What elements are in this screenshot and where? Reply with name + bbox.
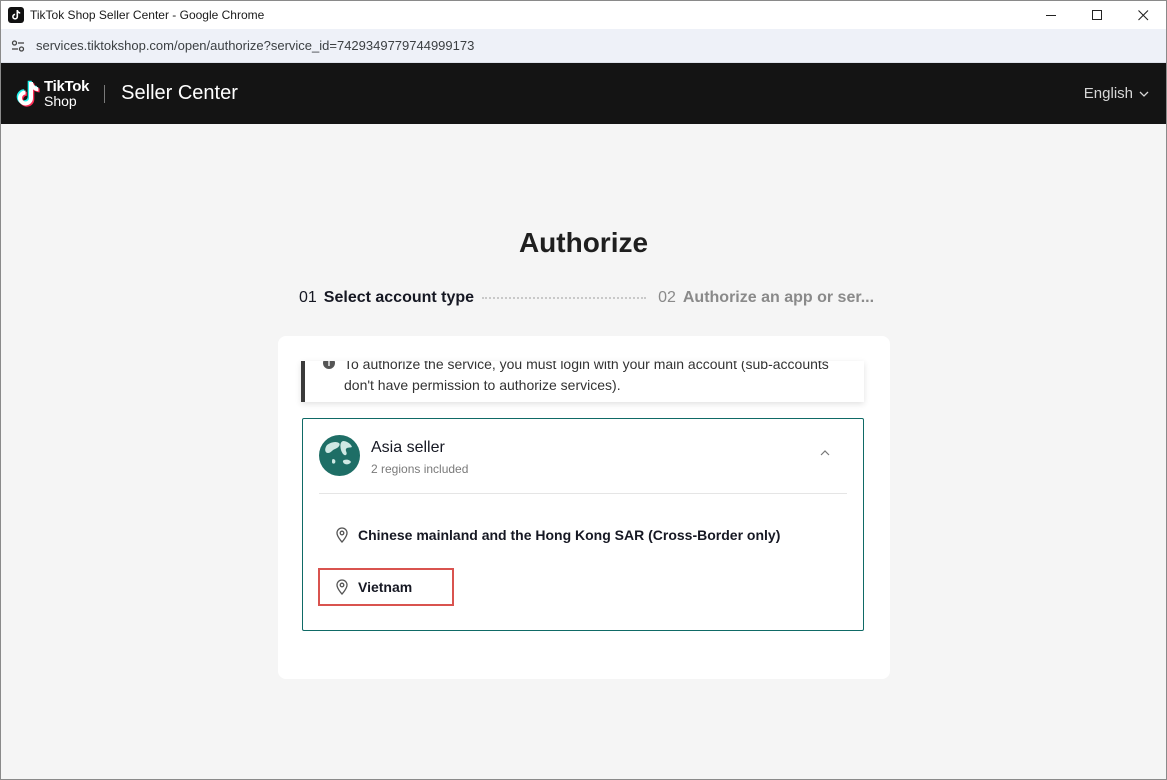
address-bar: services.tiktokshop.com/open/authorize?s… <box>1 29 1166 63</box>
step-1-number: 01 <box>299 289 317 306</box>
chevron-up-icon[interactable] <box>820 450 830 456</box>
chevron-down-icon <box>1139 91 1149 97</box>
header-divider <box>104 84 106 103</box>
main-account-notice: i To authorize the service, you must log… <box>301 361 864 402</box>
step-2-number: 02 <box>658 289 676 306</box>
tiktok-logo-icon <box>16 80 40 107</box>
step-2: 02 Authorize an app or ser... <box>658 289 874 307</box>
seller-type-name: Asia seller <box>371 439 445 456</box>
region-item-chinese-mainland-hk[interactable]: Chinese mainland and the Hong Kong SAR (… <box>335 527 780 543</box>
language-selector[interactable]: English <box>1084 63 1149 124</box>
tiktok-app-icon <box>8 7 24 23</box>
close-button[interactable] <box>1120 1 1166 29</box>
step-2-label: Authorize an app or ser... <box>682 289 875 306</box>
logo-line2: Shop <box>44 92 77 109</box>
browser-window: TikTok Shop Seller Center - Google Chrom… <box>0 0 1167 780</box>
region-label: Chinese mainland and the Hong Kong SAR (… <box>358 527 781 543</box>
window-title: TikTok Shop Seller Center - Google Chrom… <box>30 8 265 22</box>
vietnam-highlight-box <box>318 568 454 606</box>
language-label: English <box>1083 85 1133 102</box>
step-1-label: Select account type <box>323 289 475 306</box>
seller-divider <box>319 493 847 494</box>
globe-icon <box>319 435 360 476</box>
title-bar: TikTok Shop Seller Center - Google Chrom… <box>1 1 1166 29</box>
close-icon <box>1137 9 1148 20</box>
site-header: TikTok Shop Seller Center English <box>1 63 1166 124</box>
minimize-button[interactable] <box>1028 1 1074 29</box>
maximize-icon <box>1091 9 1102 20</box>
header-title: Seller Center <box>121 82 238 104</box>
step-connector <box>482 297 647 299</box>
minimize-icon <box>1045 14 1056 16</box>
seller-type-subtitle: 2 regions included <box>371 462 469 476</box>
info-icon: i <box>323 361 335 369</box>
tiktok-shop-logo[interactable]: TikTok Shop <box>14 79 89 109</box>
url-field[interactable]: services.tiktokshop.com/open/authorize?s… <box>36 38 474 53</box>
step-1: 01 Select account type <box>299 289 474 307</box>
location-pin-icon <box>336 527 348 543</box>
site-info-icon[interactable] <box>10 38 26 54</box>
maximize-button[interactable] <box>1074 1 1120 29</box>
page-title: Authorize <box>518 227 649 258</box>
notice-text: To authorize the service, you must login… <box>344 361 829 393</box>
logo-line1: TikTok <box>44 77 90 95</box>
step-indicator: 01 Select account type 02 Authorize an app… <box>299 289 874 307</box>
